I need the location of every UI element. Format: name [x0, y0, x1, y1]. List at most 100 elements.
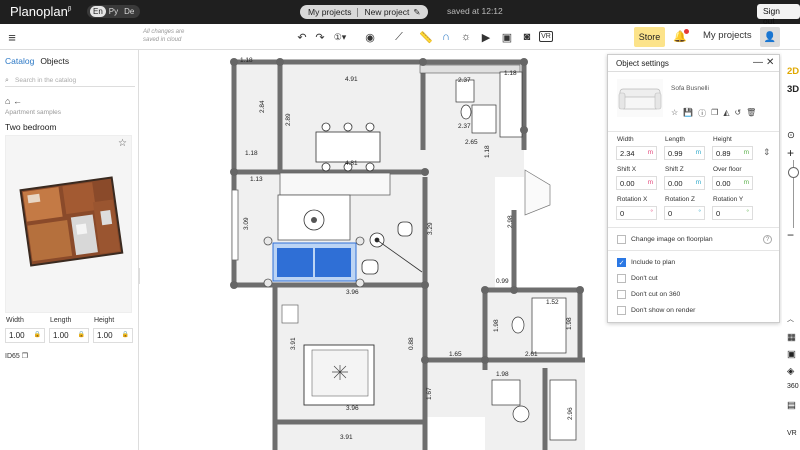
dim-height-input[interactable]: 1.00 🔒	[93, 328, 133, 343]
zoom-slider-handle[interactable]	[788, 167, 799, 178]
save-status: saved at 12:12	[447, 6, 503, 16]
save-icon[interactable]: 💾	[683, 108, 693, 119]
change-image-checkbox[interactable]	[617, 235, 626, 244]
save-hint-line1: All changes are	[143, 29, 185, 35]
info-icon[interactable]: ⓘ	[698, 108, 706, 119]
sign-out-button[interactable]: Sign out	[757, 4, 800, 26]
rotate-icon[interactable]: ↺	[734, 108, 741, 119]
lang-de[interactable]: De	[121, 6, 137, 17]
dim-label: 2.98	[507, 215, 514, 228]
star-icon[interactable]: ☆	[671, 108, 678, 119]
field-shiftx-input[interactable]: 0.00 m	[616, 176, 657, 190]
dim-label: 0.88	[408, 337, 415, 350]
dim-length-input[interactable]: 1.00 🔒	[49, 328, 89, 343]
field-shiftz-value: 0.00	[668, 179, 683, 188]
my-projects-button[interactable]: My projects	[703, 30, 752, 41]
lang-ru[interactable]: Ру	[106, 6, 121, 17]
field-shiftz-input[interactable]: 0.00 m	[664, 176, 705, 190]
search-input[interactable]: ⌕ Search in the catalog	[5, 74, 135, 87]
view-3d-button[interactable]: 3D	[787, 84, 799, 95]
view-2d-button[interactable]: 2D	[787, 66, 799, 77]
plan-title: Two bedroom	[5, 122, 57, 132]
unit-label: m	[647, 149, 653, 156]
close-icon[interactable]: ✕	[766, 57, 774, 68]
light-icon[interactable]: ☼	[459, 30, 473, 44]
eye-icon[interactable]: ◉	[363, 30, 377, 44]
home-icon[interactable]: ⌂	[5, 96, 10, 106]
field-rotz-value: 0	[668, 209, 673, 218]
dim-label: 2.61	[525, 351, 538, 358]
field-height-input[interactable]: 0.89 m	[712, 146, 753, 160]
field-width-value: 2.34	[620, 149, 635, 158]
pano-360-icon[interactable]: 360	[787, 383, 799, 390]
field-roty-input[interactable]: 0 °	[712, 206, 753, 220]
item-id-text: ID65	[5, 353, 20, 360]
unit-label: m	[695, 149, 701, 156]
project-name[interactable]: New project	[364, 7, 409, 17]
search-icon: ⌕	[5, 77, 9, 84]
compass-icon[interactable]: ⊙	[787, 130, 795, 141]
layers-icon[interactable]: ◈	[787, 366, 794, 377]
pencil-icon[interactable]: ✎	[413, 7, 420, 18]
image-icon[interactable]: ▣	[500, 30, 514, 44]
floor-selector-icon[interactable]: ①▾	[333, 30, 347, 44]
dim-label: 1.98	[496, 371, 509, 378]
tab-catalog[interactable]: Catalog	[5, 56, 34, 66]
lang-en[interactable]: En	[90, 6, 106, 17]
gallery-icon[interactable]: ▤	[787, 400, 796, 411]
tab-objects[interactable]: Objects	[40, 56, 69, 66]
copy-icon[interactable]: ❐	[22, 353, 28, 360]
field-overfloor-input[interactable]: 0.00 m	[712, 176, 753, 190]
copy-icon[interactable]: ❐	[711, 108, 718, 119]
help-icon[interactable]: ?	[763, 235, 772, 244]
trash-icon[interactable]: 🗑	[746, 108, 756, 119]
ruler-icon[interactable]: 📏	[419, 30, 433, 44]
dim-length-value: 1.00	[53, 331, 69, 340]
back-icon[interactable]: ←	[13, 96, 22, 106]
draw-wall-icon[interactable]: ⟋	[392, 30, 406, 44]
app-logo[interactable]: Planoplanβ	[10, 4, 71, 19]
dim-label: 3.96	[346, 405, 359, 412]
dont-cut-360-checkbox[interactable]	[617, 290, 626, 299]
redo-icon[interactable]: ↷	[313, 30, 327, 44]
zoom-in-button[interactable]: +	[787, 146, 794, 160]
field-width-input[interactable]: 2.34 m	[616, 146, 657, 160]
zoom-out-button[interactable]: −	[787, 228, 794, 242]
layout-icon[interactable]: ▦	[787, 332, 796, 343]
menu-icon[interactable]: ≡	[5, 30, 19, 45]
dim-width-value: 1.00	[9, 331, 25, 340]
top-bar: Planoplanβ En Ру De My projects New proj…	[0, 0, 800, 26]
breadcrumb-sub[interactable]: Apartment samples	[5, 109, 61, 116]
dim-label: 1.98	[566, 317, 573, 330]
field-height-value: 0.89	[716, 149, 731, 158]
camera-icon[interactable]: ◙	[520, 30, 534, 44]
favorite-star-icon[interactable]: ☆	[118, 138, 127, 149]
include-to-plan-checkbox[interactable]: ✓	[617, 258, 626, 267]
user-icon[interactable]: 👤	[760, 27, 780, 47]
minimize-icon[interactable]: —	[753, 57, 763, 68]
field-length-input[interactable]: 0.99 m	[664, 146, 705, 160]
vr-icon[interactable]: VR	[539, 31, 553, 42]
unit-label: °	[746, 209, 749, 216]
field-rotx-input[interactable]: 0 °	[616, 206, 657, 220]
dim-width-input[interactable]: 1.00 🔒	[5, 328, 45, 343]
lock-icon[interactable]: 🔒	[34, 331, 41, 338]
bell-icon[interactable]: 🔔	[673, 29, 689, 43]
mirror-icon[interactable]: ◭	[723, 108, 729, 119]
my-projects-link[interactable]: My projects	[308, 7, 351, 17]
vr-icon[interactable]: VR	[787, 430, 797, 437]
lock-icon[interactable]: 🔒	[122, 331, 129, 338]
field-rotz-input[interactable]: 0 °	[664, 206, 705, 220]
dont-cut-checkbox[interactable]	[617, 274, 626, 283]
plan-thumbnail[interactable]	[5, 135, 132, 313]
chevron-up-icon[interactable]: ︿	[787, 314, 794, 324]
store-button[interactable]: Store	[634, 27, 665, 47]
link-proportions-icon[interactable]: ⇕	[763, 147, 771, 158]
save-hint: All changes are saved in cloud	[143, 28, 184, 44]
magnet-icon[interactable]: ∩	[439, 30, 453, 44]
undo-icon[interactable]: ↶	[295, 30, 309, 44]
dont-show-render-checkbox[interactable]	[617, 306, 626, 315]
lock-icon[interactable]: 🔒	[78, 331, 85, 338]
video-icon[interactable]: ▶	[479, 30, 493, 44]
frame-icon[interactable]: ▣	[787, 349, 796, 360]
